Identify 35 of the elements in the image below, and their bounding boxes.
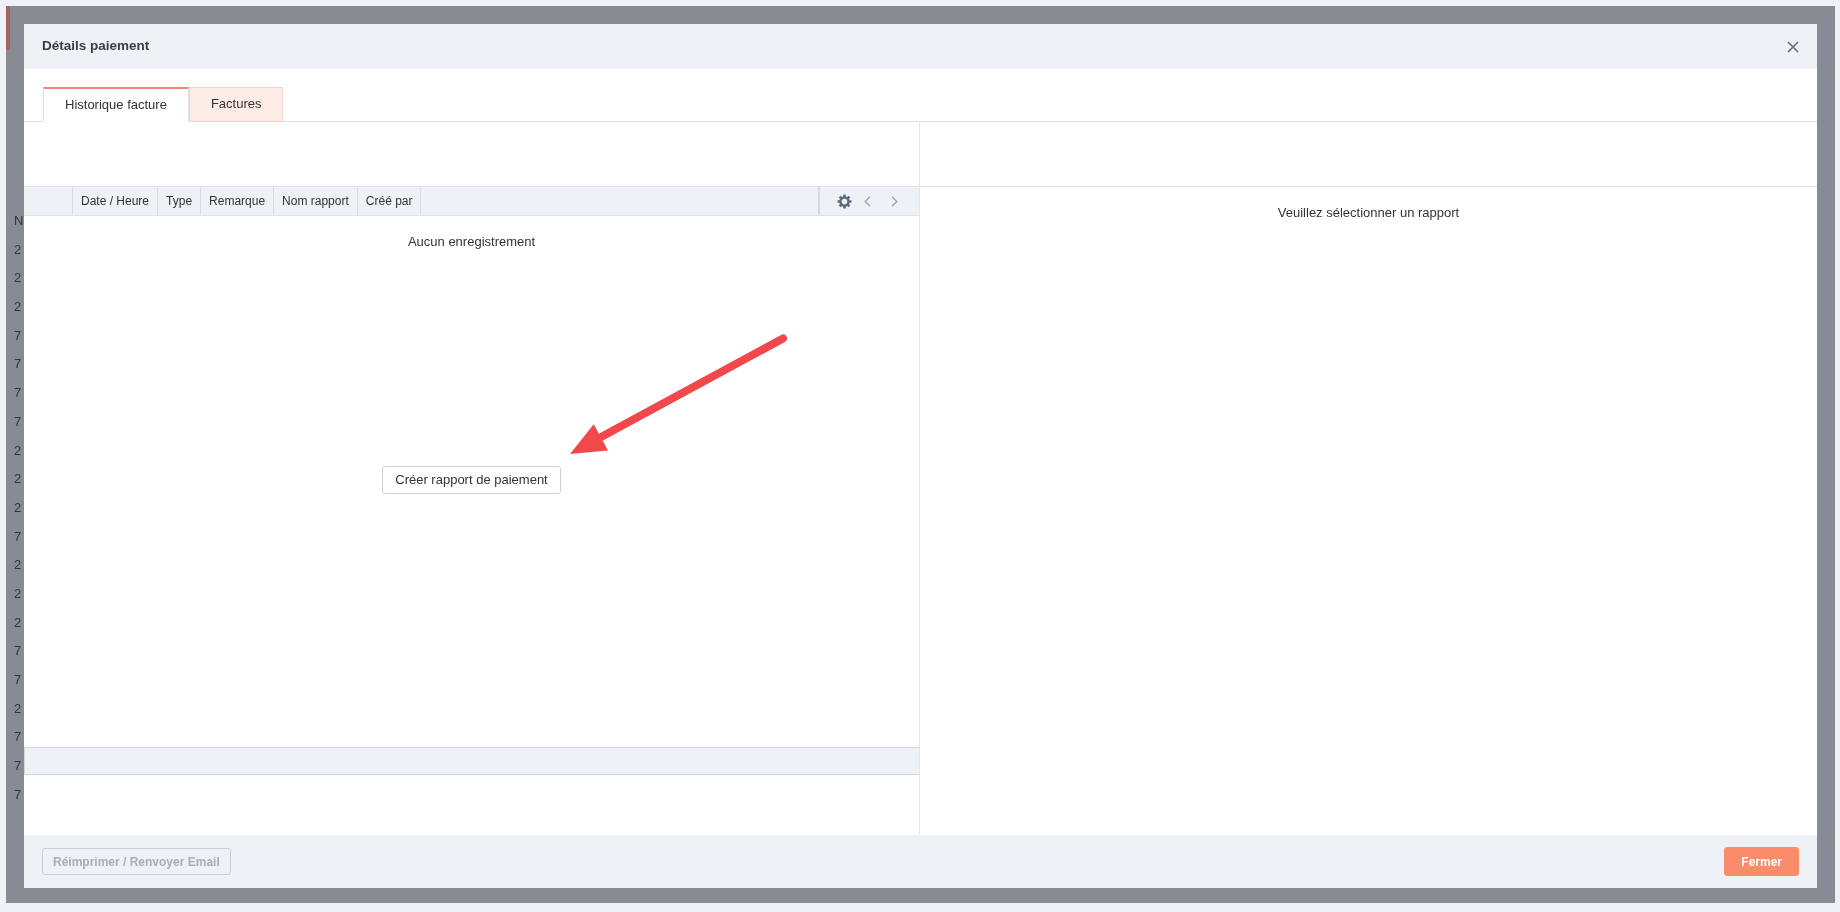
table-cell-text: 2 [14,298,23,317]
table-cell-text: 2 [14,498,23,517]
column-header: Date / Heure [73,187,159,215]
table-cell-text: 2 [14,240,23,259]
table-cell-text: 7 [14,757,23,776]
table-cell-text: 2 [14,556,23,575]
table-cell-text: 2 [14,584,23,603]
table-cell-text: 7 [14,527,23,546]
table-cell-text: 7 [14,728,23,747]
column-heading: N [14,212,24,230]
create-report-button[interactable]: Créer rapport de paiement [382,466,561,494]
table-cell-text: 2 [14,441,23,460]
column-header: Nom rapport [274,187,358,215]
empty-message: Aucun enregistrement [407,233,536,251]
column-header: Remarque [201,187,275,215]
placeholder-message: Veuillez sélectionner un rapport [1276,204,1461,222]
tab[interactable]: Historique facture [43,87,189,122]
table-cell-text: 7 [14,642,23,661]
accent-bar [6,6,10,50]
table-cell-text: 2 [14,470,23,489]
table-cell-text: 2 [14,699,23,718]
close-icon[interactable] [1787,40,1799,53]
column-header: Type [158,187,202,215]
table-cell-text: 7 [14,355,23,374]
tab[interactable]: Factures [188,87,284,122]
table-cell-text: 7 [14,412,23,431]
settings-icon[interactable] [837,193,852,209]
table-cell-text: 7 [14,671,23,689]
table-cell-text: 2 [14,269,23,288]
table-cell-text: 7 [14,384,23,403]
table-cell-text: 7 [14,326,23,345]
table-cell-text: 7 [14,785,23,804]
table-cell-text: 2 [14,613,23,632]
dialog-title: Détails paiement [42,37,150,56]
column-header: Créé par [357,187,422,215]
